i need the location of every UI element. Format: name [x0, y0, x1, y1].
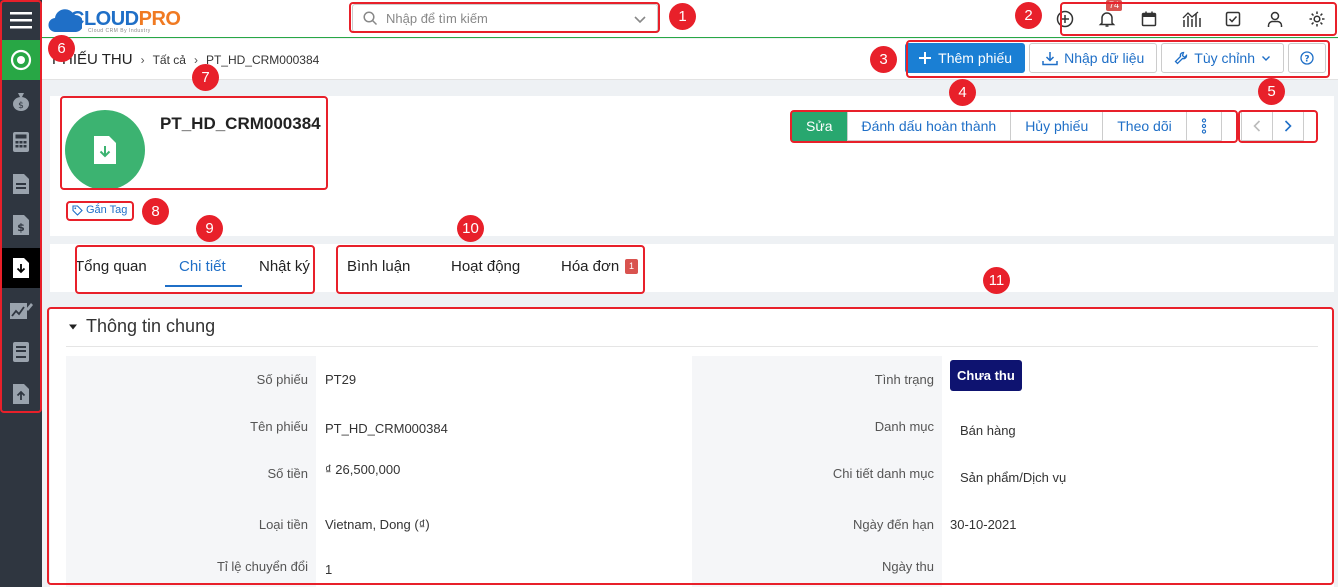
- annotation-box-2: [1060, 2, 1337, 36]
- annotation-number-11: 11: [983, 267, 1010, 294]
- logo-subtitle: Cloud CRM By Industry: [88, 28, 151, 34]
- annotation-number-4: 4: [949, 79, 976, 106]
- logo[interactable]: CLOUDPRO Cloud CRM By Industry: [48, 3, 181, 35]
- annotation-box-3: [906, 40, 1330, 78]
- annotation-box-9: [75, 245, 315, 294]
- annotation-box-5: [1238, 110, 1318, 143]
- annotation-box-4: [790, 110, 1238, 143]
- annotation-number-1: 1: [669, 3, 696, 30]
- annotation-number-2: 2: [1015, 2, 1042, 29]
- logo-part2: PRO: [138, 7, 181, 30]
- annotation-number-7: 7: [192, 64, 219, 91]
- annotation-box-10: [336, 245, 645, 294]
- annotation-number-6: 6: [48, 35, 75, 62]
- breadcrumb: PHIẾU THU › Tất cả › PT_HD_CRM000384: [52, 51, 319, 68]
- breadcrumb-record: PT_HD_CRM000384: [205, 52, 320, 67]
- breadcrumb-separator-icon: ›: [140, 52, 145, 67]
- breadcrumb-separator-icon: ›: [193, 52, 198, 67]
- annotation-number-8: 8: [142, 198, 169, 225]
- breadcrumb-filter[interactable]: Tất cả: [153, 53, 186, 67]
- annotation-box-1: [349, 2, 660, 33]
- annotation-box-6: [0, 0, 42, 413]
- annotation-number-10: 10: [457, 215, 484, 242]
- annotation-box-11: [47, 307, 1334, 585]
- annotation-number-3: 3: [870, 46, 897, 73]
- cloud-logo-icon: [48, 6, 84, 33]
- annotation-number-9: 9: [196, 215, 223, 242]
- annotation-box-8: [66, 201, 134, 221]
- annotation-number-5: 5: [1258, 78, 1285, 105]
- annotation-box-7: [60, 96, 328, 190]
